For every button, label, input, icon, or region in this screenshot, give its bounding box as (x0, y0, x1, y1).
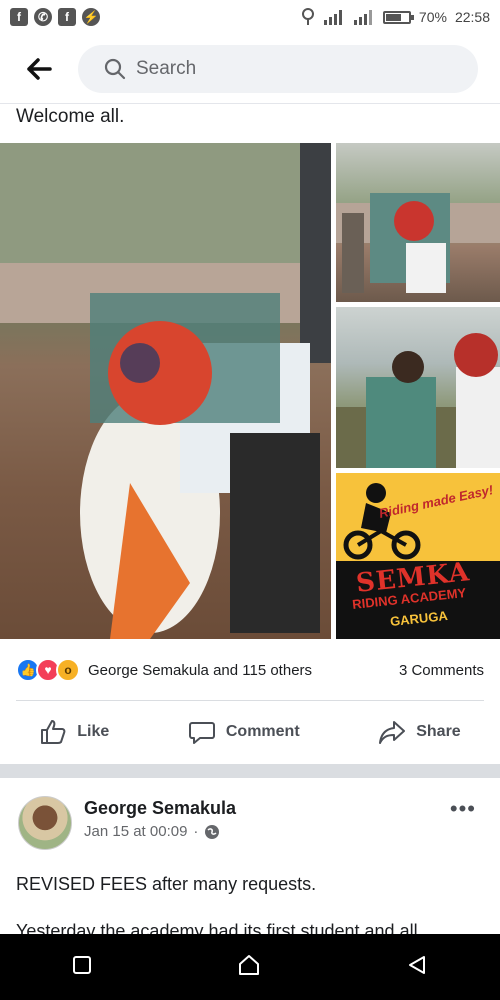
share-icon (379, 721, 406, 744)
reactions-summary[interactable]: George Semakula and 115 others (88, 662, 312, 679)
globe-icon (205, 824, 220, 839)
navigation-bar (0, 934, 500, 1000)
post-actions: Like Comment Share (0, 704, 500, 760)
photo-main[interactable] (0, 143, 331, 639)
recents-button[interactable] (72, 955, 92, 980)
feed-separator (0, 764, 500, 778)
photo-3[interactable] (336, 307, 500, 468)
status-bar: f ✆ f ⚡ 70% 22:58 (0, 0, 500, 34)
battery-icon (382, 10, 414, 24)
back-nav-button[interactable] (406, 954, 428, 981)
comment-label: Comment (225, 723, 300, 740)
motorbike-photo (0, 143, 331, 639)
facebook-icon: f (10, 8, 28, 26)
battery-percent: 70% (418, 9, 447, 25)
post-text: Welcome all. (16, 106, 125, 127)
comment-button[interactable]: Comment (188, 718, 300, 746)
post-date[interactable]: Jan 15 at 00:09 (84, 823, 187, 840)
photo-2[interactable] (336, 143, 500, 302)
clock: 22:58 (454, 9, 490, 25)
whatsapp-icon: ✆ (34, 8, 52, 26)
rider-photo (336, 193, 500, 293)
like-label: Like (77, 723, 110, 740)
comments-count[interactable]: 3 Comments (399, 662, 484, 679)
square-icon (73, 955, 92, 974)
comment-icon (188, 722, 215, 744)
signal-icon (353, 10, 372, 25)
messenger-icon: ⚡ (82, 8, 100, 26)
like-button[interactable]: Like (39, 718, 109, 746)
more-options-icon[interactable]: ••• (450, 796, 476, 822)
home-button[interactable] (237, 953, 261, 982)
thumbs-up-icon (41, 720, 66, 744)
back-button[interactable] (0, 34, 78, 104)
photo-4-promo[interactable]: Riding made Easy! SEMKA RIDING ACADEMY G… (336, 473, 500, 639)
post-author[interactable]: George Semakula (84, 798, 236, 819)
battery-fill (385, 13, 402, 21)
promo-banner-top: Riding made Easy! (336, 473, 500, 561)
reactions-bar[interactable]: 👍 ♥ o George Semakula and 115 others 3 C… (16, 656, 484, 684)
share-label: Share (416, 723, 461, 740)
next-post: George Semakula Jan 15 at 00:09 · ••• RE… (0, 778, 500, 941)
signal-icon (323, 10, 342, 25)
triangle-back-icon (408, 955, 425, 974)
meta-separator: · (193, 823, 199, 840)
wow-reaction-icon: o (56, 658, 80, 682)
search-placeholder: Search (136, 57, 197, 79)
search-header: Search (0, 34, 500, 104)
share-button[interactable]: Share (378, 718, 461, 746)
post-meta: Jan 15 at 00:09 · (84, 823, 220, 840)
search-icon (104, 58, 126, 79)
post-text: REVISED FEES after many requests. (16, 874, 317, 894)
facebook-icon: f (58, 8, 76, 26)
photo-grid: Riding made Easy! SEMKA RIDING ACADEMY G… (0, 143, 500, 639)
notification-icons: f ✆ f ⚡ (10, 8, 100, 26)
search-input[interactable]: Search (78, 44, 478, 93)
instructor-photo (336, 333, 500, 468)
divider (16, 700, 484, 701)
location-icon (301, 8, 314, 25)
home-icon (238, 954, 259, 975)
back-arrow-icon (27, 57, 52, 80)
avatar[interactable] (18, 796, 72, 850)
